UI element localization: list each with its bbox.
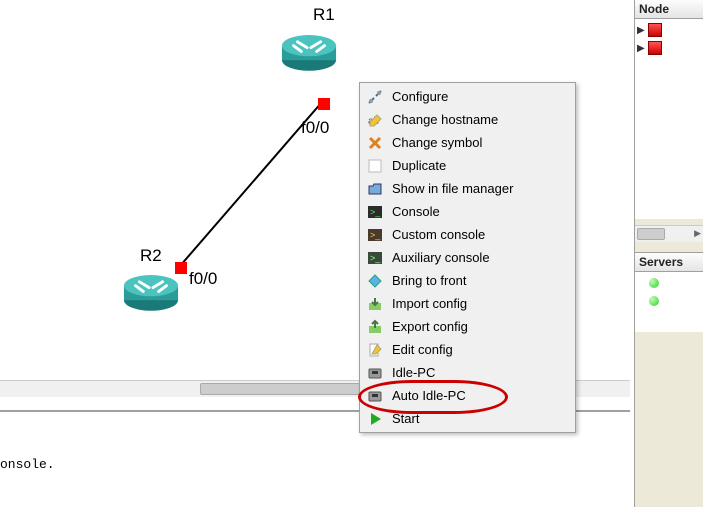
router-r2-label: R2 xyxy=(140,246,162,266)
menu-label: Duplicate xyxy=(392,158,446,173)
menu-custom-console[interactable]: >_ Custom console xyxy=(362,223,573,246)
menu-label: Auto Idle-PC xyxy=(392,388,466,403)
servers-panel: Servers xyxy=(635,252,703,332)
server-row[interactable] xyxy=(649,274,701,292)
port-marker-r1[interactable] xyxy=(318,98,330,110)
servers-panel-title: Servers xyxy=(635,253,703,272)
svg-text:>_: >_ xyxy=(370,253,381,263)
menu-label: Start xyxy=(392,411,419,426)
expand-arrow-icon[interactable]: ▶ xyxy=(637,25,645,36)
export-icon xyxy=(366,318,384,336)
menu-label: Idle-PC xyxy=(392,365,435,380)
menu-change-symbol[interactable]: Change symbol xyxy=(362,131,573,154)
router-icon xyxy=(122,268,180,313)
server-row[interactable] xyxy=(649,292,701,310)
idlepc-icon xyxy=(366,364,384,382)
menu-change-hostname[interactable]: ab Change hostname xyxy=(362,108,573,131)
node-tree[interactable]: ▶ ▶ xyxy=(635,19,703,219)
port-marker-r2[interactable] xyxy=(175,262,187,274)
menu-label: Edit config xyxy=(392,342,453,357)
play-icon xyxy=(366,410,384,428)
import-icon xyxy=(366,295,384,313)
router-icon xyxy=(280,28,338,73)
blank-icon xyxy=(366,157,384,175)
status-stopped-icon xyxy=(648,23,662,37)
servers-tree[interactable] xyxy=(635,272,703,332)
console2-icon: >_ xyxy=(366,226,384,244)
menu-console[interactable]: >_ Console xyxy=(362,200,573,223)
menu-label: Configure xyxy=(392,89,448,104)
menu-export-config[interactable]: Export config xyxy=(362,315,573,338)
menu-label: Show in file manager xyxy=(392,181,513,196)
menu-configure[interactable]: Configure xyxy=(362,85,573,108)
node-panel-hscrollbar[interactable]: ▶ ◀ xyxy=(635,225,703,242)
front-icon xyxy=(366,272,384,290)
status-stopped-icon xyxy=(648,41,662,55)
rename-icon: ab xyxy=(366,111,384,129)
edit-icon xyxy=(366,341,384,359)
console-icon: >_ xyxy=(366,203,384,221)
expand-arrow-icon[interactable]: ▶ xyxy=(637,43,645,54)
auto-idlepc-icon xyxy=(366,387,384,405)
port-label-r2: f0/0 xyxy=(189,269,217,289)
menu-show-in-file-manager[interactable]: Show in file manager xyxy=(362,177,573,200)
status-running-icon xyxy=(649,296,659,306)
menu-auxiliary-console[interactable]: >_ Auxiliary console xyxy=(362,246,573,269)
console-line: onsole. xyxy=(0,456,624,474)
tree-row[interactable]: ▶ xyxy=(637,39,701,57)
tools-icon xyxy=(366,88,384,106)
menu-label: Import config xyxy=(392,296,467,311)
menu-label: Auxiliary console xyxy=(392,250,490,265)
folder-icon xyxy=(366,180,384,198)
menu-label: Change symbol xyxy=(392,135,482,150)
symbol-icon xyxy=(366,134,384,152)
side-panel: Node ▶ ▶ ▶ ◀ Servers xyxy=(634,0,703,507)
router-r1-label: R1 xyxy=(313,5,335,25)
menu-duplicate[interactable]: Duplicate xyxy=(362,154,573,177)
menu-idle-pc[interactable]: Idle-PC xyxy=(362,361,573,384)
menu-label: Bring to front xyxy=(392,273,466,288)
menu-start[interactable]: Start xyxy=(362,407,573,430)
menu-edit-config[interactable]: Edit config xyxy=(362,338,573,361)
menu-auto-idle-pc[interactable]: Auto Idle-PC xyxy=(362,384,573,407)
router-r1[interactable] xyxy=(280,28,338,73)
svg-text:>_: >_ xyxy=(370,207,381,217)
context-menu: Configure ab Change hostname Change symb… xyxy=(359,82,576,433)
menu-label: Change hostname xyxy=(392,112,498,127)
node-panel-title: Node xyxy=(635,0,703,19)
menu-label: Custom console xyxy=(392,227,485,242)
port-label-r1: f0/0 xyxy=(301,118,329,138)
router-r2[interactable] xyxy=(122,268,180,313)
aux-console-icon: >_ xyxy=(366,249,384,267)
menu-bring-to-front[interactable]: Bring to front xyxy=(362,269,573,292)
menu-label: Console xyxy=(392,204,440,219)
svg-text:>_: >_ xyxy=(370,230,381,240)
menu-label: Export config xyxy=(392,319,468,334)
menu-import-config[interactable]: Import config xyxy=(362,292,573,315)
tree-row[interactable]: ▶ xyxy=(637,21,701,39)
status-running-icon xyxy=(649,278,659,288)
